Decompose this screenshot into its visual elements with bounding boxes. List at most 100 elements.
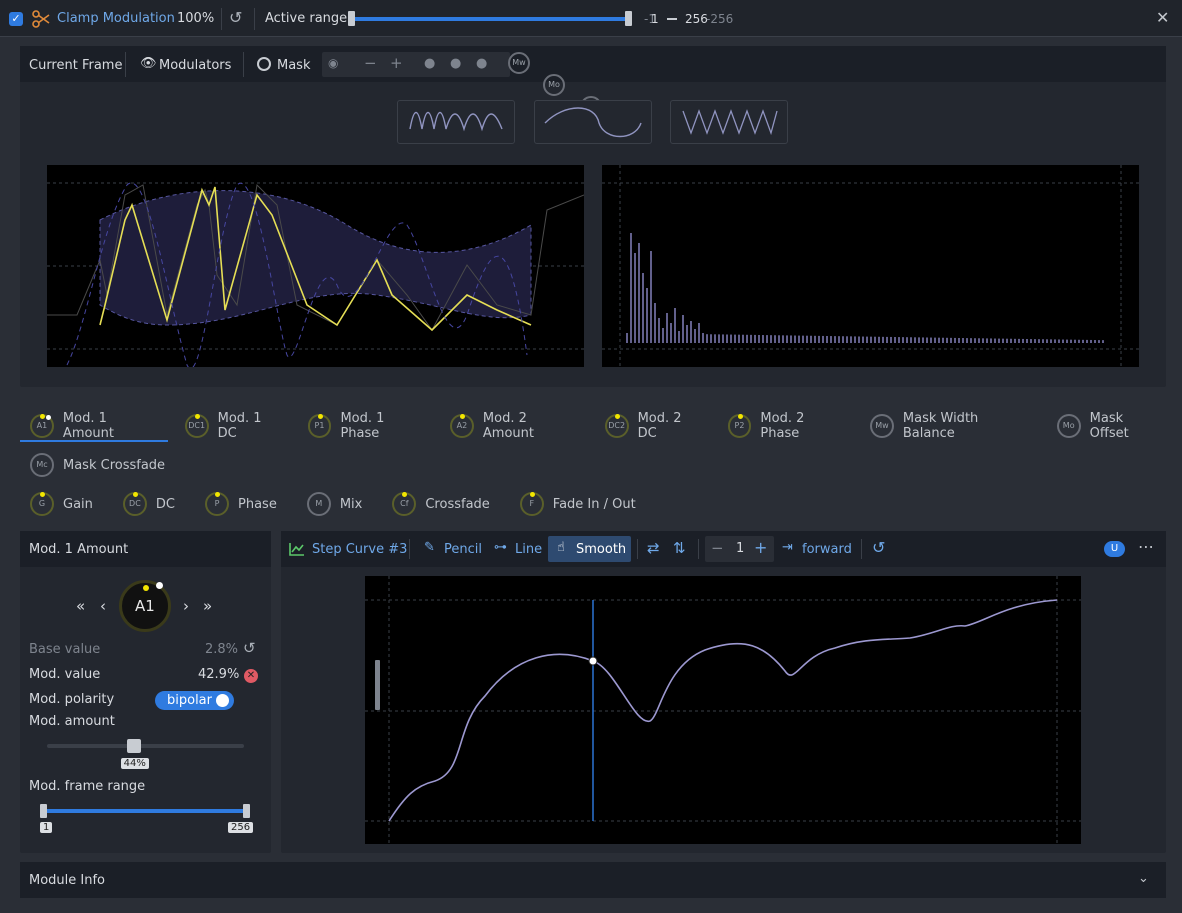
range-end-value: -256 <box>706 12 734 26</box>
main-knob[interactable]: A1 <box>119 580 171 632</box>
param-knob[interactable]: F <box>519 492 544 516</box>
step-value[interactable]: 1 <box>736 541 744 556</box>
param-knob[interactable]: Mw <box>869 414 894 438</box>
param-tab-0-p1[interactable]: A1 Mod. 1 Amount <box>30 408 162 444</box>
param-tab-0-p2[interactable]: Mc Mask Crossfade <box>30 447 165 483</box>
active-range-label: Active range <box>265 11 348 26</box>
param-knob[interactable]: P2 <box>727 414 752 438</box>
param-knob[interactable]: P1 <box>307 414 332 438</box>
mask-check-icon-2[interactable]: ● <box>450 56 461 71</box>
plus-icon[interactable]: + <box>754 538 767 557</box>
module-info-label: Module Info <box>29 873 106 888</box>
param-tab-7-p1[interactable]: Mo Mask Offset <box>1056 408 1166 444</box>
mod-value[interactable]: 42.9% <box>198 667 239 682</box>
waveform-chip-3[interactable] <box>670 100 788 144</box>
waveform-chip-1[interactable] <box>397 100 515 144</box>
swap-vertical-icon[interactable]: ⇅ <box>673 539 686 557</box>
curve-reset-icon[interactable]: ↺ <box>872 538 885 557</box>
direction-icon: ⇥ <box>782 540 793 555</box>
hand-icon: ☝ <box>557 540 565 555</box>
main-knob-label: A1 <box>135 597 155 615</box>
module-title[interactable]: Clamp Modulation <box>57 11 175 26</box>
close-icon[interactable]: ✕ <box>1156 8 1169 27</box>
param-knob[interactable]: Mo <box>1056 414 1081 438</box>
prev-icon[interactable]: ‹ <box>100 597 106 615</box>
param-knob[interactable]: P <box>205 492 229 516</box>
param-tab-3-p3[interactable]: M Mix <box>306 486 363 522</box>
chevron-down-icon[interactable]: ⌄ <box>1138 871 1149 886</box>
param-knob[interactable]: DC <box>122 492 147 516</box>
step-stepper[interactable]: − 1 + <box>705 536 774 562</box>
range-end-handle[interactable] <box>625 11 632 26</box>
visualiser-toolbar: Current Frame 👁 Modulators Mask ◉ − + ● … <box>20 46 1166 118</box>
frame-range-slider[interactable] <box>43 809 247 813</box>
mask-eye-icon[interactable]: ◉ <box>328 56 338 70</box>
param-tab-0-p3[interactable]: G Gain <box>30 486 93 522</box>
last-icon[interactable]: » <box>203 597 212 615</box>
param-tab-5-p3[interactable]: F Fade In / Out <box>519 486 636 522</box>
first-icon[interactable]: « <box>76 597 85 615</box>
param-knob[interactable]: DC1 <box>184 414 209 438</box>
polarity-toggle[interactable]: bipolar <box>155 691 234 710</box>
param-knob[interactable]: M <box>306 492 331 516</box>
tab-mask[interactable]: Mask <box>277 58 310 73</box>
base-reset-icon[interactable]: ↺ <box>243 639 256 657</box>
mask-radio[interactable] <box>257 57 271 71</box>
param-tab-1-p1[interactable]: DC1 Mod. 1 DC <box>184 408 285 444</box>
zoom-value[interactable]: 100% <box>177 11 214 26</box>
param-tab-1-p3[interactable]: DC DC <box>122 486 175 522</box>
direction-mode[interactable]: forward <box>802 542 852 557</box>
waveform-chip-2[interactable] <box>534 100 652 144</box>
mask-check-icon-3[interactable]: ● <box>476 56 487 71</box>
swap-horizontal-icon[interactable]: ⇄ <box>647 539 660 557</box>
mod-value-label: Mod. value <box>29 667 101 682</box>
user-badge[interactable]: U <box>1104 541 1125 557</box>
param-label: Mix <box>339 496 363 512</box>
param-tab-4-p3[interactable]: Cf Crossfade <box>392 486 490 522</box>
knob-mw[interactable]: Mw <box>508 52 530 74</box>
minus-icon[interactable]: − <box>711 539 724 557</box>
module-info-bar[interactable]: Module Info ⌄ <box>20 862 1166 898</box>
param-knob[interactable]: G <box>30 492 54 516</box>
param-knob[interactable]: A1 <box>30 414 54 438</box>
enable-checkbox[interactable]: ✓ <box>9 12 23 26</box>
smooth-tool-bg[interactable]: ☝ Smooth <box>548 536 631 562</box>
frame-range-end-handle[interactable] <box>243 804 250 818</box>
param-tab-2-p1[interactable]: P1 Mod. 1 Phase <box>307 408 427 444</box>
line-tool[interactable]: Line <box>515 542 542 557</box>
curve-name[interactable]: Step Curve #3 <box>312 542 407 557</box>
param-label: Mask Crossfade <box>63 457 166 473</box>
line-icon: ⊶ <box>494 540 507 555</box>
base-value-label: Base value <box>29 642 101 657</box>
knob-mo[interactable]: Mo <box>543 74 565 96</box>
curve-canvas[interactable] <box>365 576 1081 844</box>
next-icon[interactable]: › <box>183 597 189 615</box>
mask-plus-icon[interactable]: + <box>390 54 403 72</box>
param-knob[interactable]: A2 <box>449 414 474 438</box>
param-tab-5-p1[interactable]: P2 Mod. 2 Phase <box>727 408 847 444</box>
param-tab-2-p3[interactable]: P Phase <box>205 486 277 522</box>
reset-icon[interactable]: ↺ <box>229 8 242 27</box>
mask-tools: ◉ − + ● ● ● <box>322 52 510 77</box>
clear-mod-icon[interactable]: ✕ <box>244 669 258 683</box>
param-knob[interactable]: Cf <box>392 492 417 516</box>
mod-amount-slider[interactable] <box>47 744 244 748</box>
range-start: 1 <box>651 12 659 26</box>
param-tab-3-p1[interactable]: A2 Mod. 2 Amount <box>449 408 582 444</box>
more-icon[interactable]: ⋯ <box>1138 537 1154 556</box>
base-value[interactable]: 2.8% <box>205 642 238 657</box>
param-knob[interactable]: Mc <box>30 453 54 477</box>
tab-modulators[interactable]: Modulators <box>159 58 231 73</box>
active-range-slider[interactable] <box>350 17 630 21</box>
tab-current-frame[interactable]: Current Frame <box>29 58 122 73</box>
range-start-handle[interactable] <box>348 11 355 26</box>
mask-minus-icon[interactable]: − <box>364 54 377 72</box>
smooth-tool[interactable]: Smooth <box>576 542 626 557</box>
pencil-tool[interactable]: Pencil <box>444 542 482 557</box>
param-tab-4-p1[interactable]: DC2 Mod. 2 DC <box>604 408 705 444</box>
mask-check-icon-1[interactable]: ● <box>424 56 435 71</box>
frame-range-start-handle[interactable] <box>40 804 47 818</box>
param-knob[interactable]: DC2 <box>604 414 629 438</box>
param-tab-6-p1[interactable]: Mw Mask Width Balance <box>869 408 1034 444</box>
mod-amount-handle[interactable] <box>126 739 141 753</box>
